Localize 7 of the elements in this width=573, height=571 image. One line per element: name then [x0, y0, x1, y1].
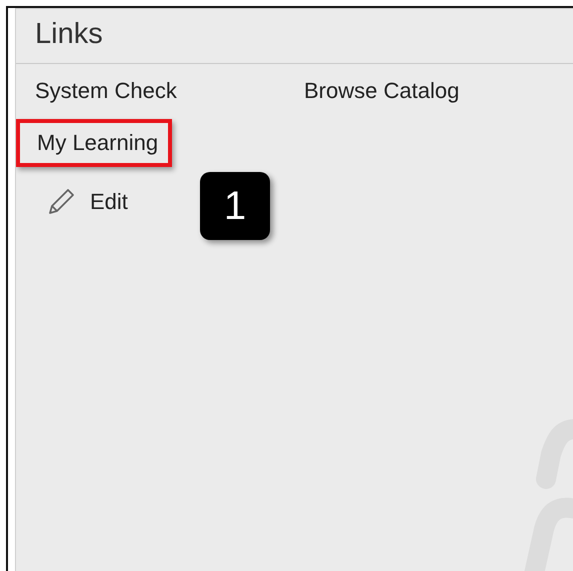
panel-title: Links: [35, 18, 103, 50]
edit-button[interactable]: Edit: [46, 187, 128, 217]
link[interactable]: System Check: [35, 76, 177, 106]
link[interactable]: Browse Catalog: [304, 76, 460, 106]
link[interactable]: My Learning: [16, 119, 172, 167]
pencil-icon: [46, 187, 76, 217]
step-badge: 1: [200, 172, 270, 240]
